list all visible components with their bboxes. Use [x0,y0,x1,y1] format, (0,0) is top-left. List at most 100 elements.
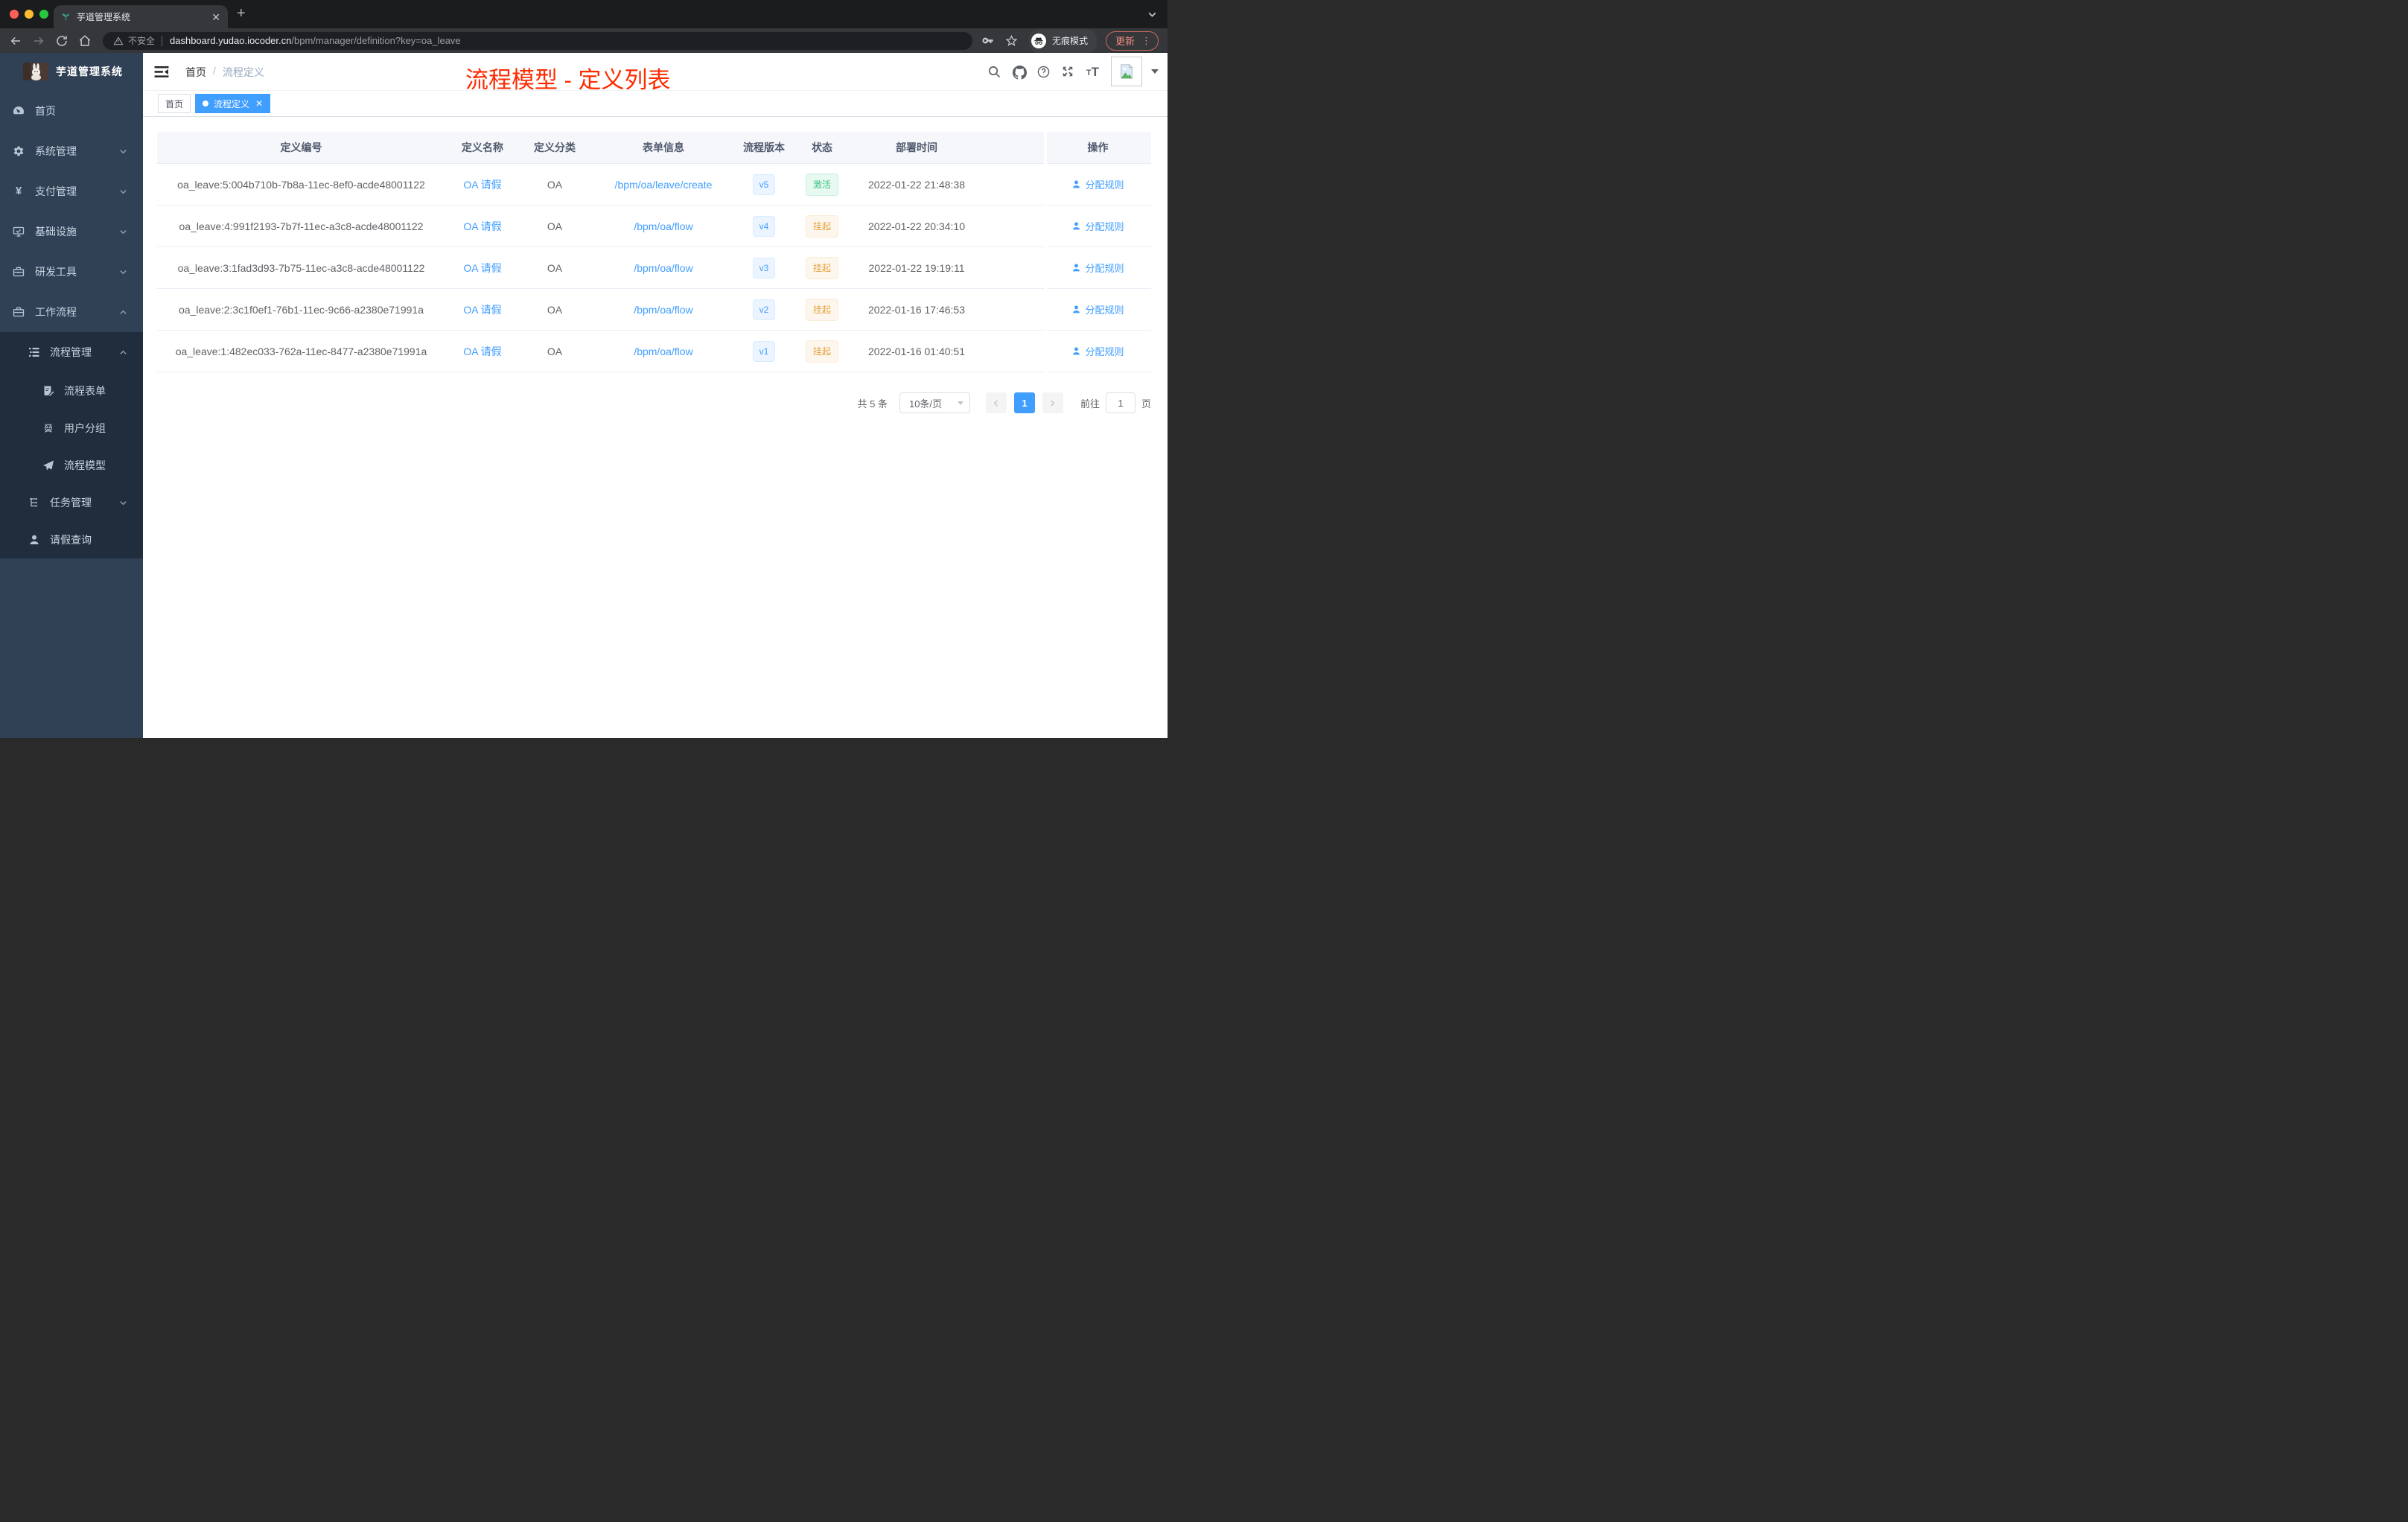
cell-category: OA [547,345,563,357]
table-row: oa_leave:5:004b710b-7b8a-11ec-8ef0-acde4… [157,164,1151,206]
definition-name-link[interactable]: OA 请假 [463,177,501,192]
form-link[interactable]: /bpm/oa/leave/create [615,179,713,191]
person-icon [28,534,40,546]
breadcrumb-home[interactable]: 首页 [185,65,206,80]
cell-definition-id: oa_leave:2:3c1f0ef1-76b1-11ec-9c66-a2380… [178,303,424,316]
hamburger-icon[interactable] [154,66,169,78]
version-badge: v4 [752,215,776,237]
definition-name-link[interactable]: OA 请假 [463,261,501,276]
tag-process-definition[interactable]: 流程定义 ✕ [195,94,271,113]
back-icon[interactable] [9,34,22,48]
browser-menu-icon[interactable]: ⋮ [1141,35,1151,47]
sidebar-logo[interactable]: 芋道管理系统 [0,53,143,90]
task-tree-icon [28,497,40,509]
sidebar-item-leave-query[interactable]: 请假查询 [0,521,143,558]
cell-definition-id: oa_leave:1:482ec033-762a-11ec-8477-a2380… [175,345,427,357]
app-navbar: 首页 / 流程定义 T T [143,53,1168,91]
table-header: 定义编号 定义名称 定义分类 表单信息 流程版本 状态 部署时间 操作 [157,132,1151,164]
sidebar-item-infrastructure[interactable]: 基础设施 [0,211,143,252]
app-title: 芋道管理系统 [56,66,123,77]
dashboard-icon [13,105,25,117]
url-bar[interactable]: 不安全 dashboard.yudao.iocoder.cn/bpm/manag… [103,31,972,50]
assign-rule-link[interactable]: 分配规则 [1071,219,1124,233]
goto-page-input[interactable] [1105,392,1135,413]
tag-home[interactable]: 首页 [158,94,191,113]
window-controls [10,10,48,19]
sidebar-item-user-group[interactable]: 用户分组 [0,410,143,447]
version-badge: v1 [752,340,776,362]
table-row: oa_leave:3:1fad3d93-7b75-11ec-a3c8-acde4… [157,247,1151,289]
sidebar-item-process-model[interactable]: 流程模型 [0,447,143,484]
form-link[interactable]: /bpm/oa/flow [634,262,692,274]
bookmark-star-icon[interactable] [1005,34,1018,47]
definition-name-link[interactable]: OA 请假 [463,344,501,359]
new-tab-button[interactable]: + [237,5,246,22]
page-size-select[interactable]: 10条/页 [899,392,970,413]
definition-name-link[interactable]: OA 请假 [463,302,501,317]
version-badge: v2 [752,299,776,320]
version-badge: v3 [752,257,776,278]
chevron-down-icon [119,188,127,196]
total-count: 共 5 条 [857,398,888,410]
active-dot-icon [203,101,209,106]
gear-icon [13,145,25,157]
page-number-button[interactable]: 1 [1013,392,1035,413]
user-group-icon [42,422,54,434]
sidebar-item-dev-tools[interactable]: 研发工具 [0,252,143,292]
assign-rule-link[interactable]: 分配规则 [1071,302,1124,316]
browser-window: 芋道管理系统 ✕ + 不安全 dashboard.yudao.iocoder.c… [0,0,1168,738]
chevron-down-icon [119,268,127,276]
avatar-caret-icon[interactable] [1151,69,1159,74]
search-icon[interactable] [988,66,1001,78]
sidebar-item-home[interactable]: 首页 [0,91,143,131]
close-tab-icon[interactable]: ✕ [211,12,220,22]
warning-triangle-icon [113,36,124,46]
definition-name-link[interactable]: OA 请假 [463,219,501,234]
cell-deploy-time: 2022-01-22 19:19:11 [868,261,965,274]
next-page-button[interactable] [1042,392,1063,413]
form-link[interactable]: /bpm/oa/flow [634,220,692,232]
prev-page-button[interactable] [985,392,1007,413]
assign-rule-link[interactable]: 分配规则 [1071,344,1124,358]
form-link[interactable]: /bpm/oa/flow [634,304,692,316]
minimize-window-button[interactable] [25,10,34,19]
table-row: oa_leave:2:3c1f0ef1-76b1-11ec-9c66-a2380… [157,289,1151,331]
sidebar-item-process-form[interactable]: 流程表单 [0,372,143,410]
close-window-button[interactable] [10,10,19,19]
incognito-badge: 无痕模式 [1028,28,1097,53]
avatar[interactable] [1111,57,1142,86]
assign-rule-link[interactable]: 分配规则 [1071,177,1124,191]
page-content: 定义编号 定义名称 定义分类 表单信息 流程版本 状态 部署时间 操作 oa_l… [143,117,1168,413]
home-icon[interactable] [78,34,92,48]
sidebar-item-task-management[interactable]: 任务管理 [0,484,143,521]
reload-icon[interactable] [55,34,69,48]
logo-image [23,63,48,80]
update-button[interactable]: 更新 ⋮ [1105,31,1159,51]
url-text: dashboard.yudao.iocoder.cn/bpm/manager/d… [170,35,461,46]
sidebar-item-workflow[interactable]: 工作流程 [0,292,143,332]
forward-icon[interactable] [32,34,45,48]
assign-rule-link[interactable]: 分配规则 [1071,261,1124,275]
help-icon[interactable] [1037,66,1050,78]
tab-search-icon[interactable] [1147,10,1157,19]
seedling-favicon-icon [61,12,71,22]
key-icon[interactable] [981,34,994,47]
sidebar-item-system[interactable]: 系统管理 [0,131,143,171]
main-area: 流程模型 - 定义列表 首页 / 流程定义 T T 首页 流程定义 ✕ 定义编号… [143,53,1168,738]
briefcase-icon [13,306,25,318]
fullscreen-icon[interactable] [1062,66,1074,78]
status-badge: 激活 [805,173,838,196]
sidebar-item-payment[interactable]: ¥ 支付管理 [0,171,143,211]
form-edit-icon [42,385,54,397]
sidebar-item-process-management[interactable]: 流程管理 [0,332,143,372]
form-link[interactable]: /bpm/oa/flow [634,346,692,357]
table-row: oa_leave:1:482ec033-762a-11ec-8477-a2380… [157,331,1151,372]
close-tag-icon[interactable]: ✕ [255,99,263,108]
github-icon[interactable] [1012,65,1027,80]
table-row: oa_leave:4:991f2193-7b7f-11ec-a3c8-acde4… [157,206,1151,247]
cell-category: OA [547,303,563,316]
browser-tab[interactable]: 芋道管理系统 ✕ [54,5,228,28]
definition-table: 定义编号 定义名称 定义分类 表单信息 流程版本 状态 部署时间 操作 oa_l… [157,132,1151,372]
zoom-window-button[interactable] [39,10,48,19]
font-size-icon[interactable]: TT [1086,66,1099,78]
